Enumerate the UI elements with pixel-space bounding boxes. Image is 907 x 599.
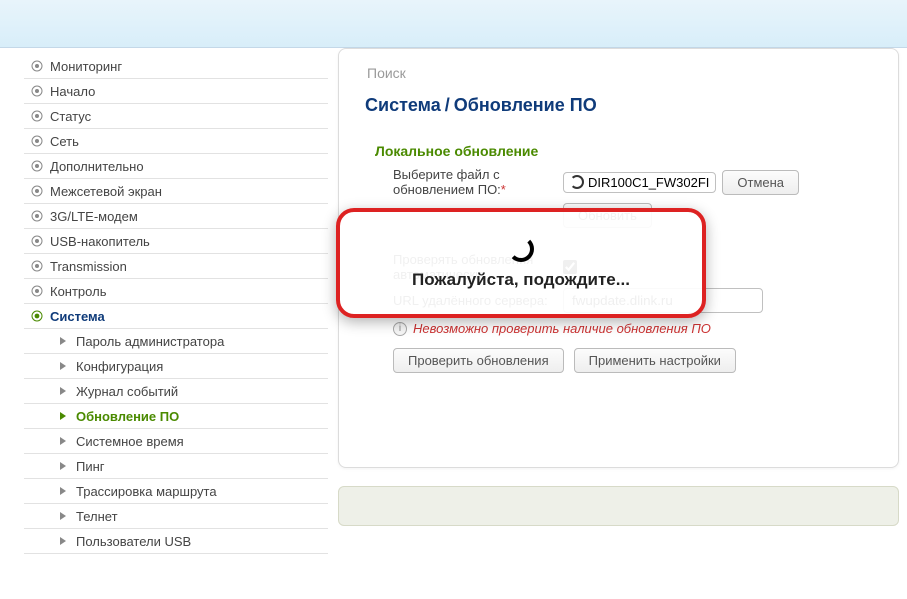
bullet-icon	[30, 209, 44, 223]
sidebar-item-label: 3G/LTE-модем	[50, 209, 138, 224]
file-picker[interactable]: DIR100C1_FW302FI	[563, 172, 716, 193]
sidebar-item-label: Дополнительно	[50, 159, 144, 174]
sidebar-item-label: Система	[50, 309, 105, 324]
loading-message: Пожалуйста, подождите...	[412, 270, 630, 290]
arrow-icon	[56, 484, 70, 498]
sidebar-item-label: Журнал событий	[76, 384, 178, 399]
arrow-icon	[56, 434, 70, 448]
file-label: Выберите файл с обновлением ПО:*	[393, 167, 563, 197]
file-name: DIR100C1_FW302FI	[588, 175, 709, 190]
arrow-icon	[56, 409, 70, 423]
check-updates-button[interactable]: Проверить обновления	[393, 348, 564, 373]
sidebar-item-firewall[interactable]: Межсетевой экран	[24, 179, 328, 204]
sidebar-item-transmission[interactable]: Transmission	[24, 254, 328, 279]
spinner-large-icon	[508, 236, 534, 262]
footer-band	[338, 486, 899, 526]
apply-settings-button[interactable]: Применить настройки	[574, 348, 736, 373]
bullet-icon	[30, 109, 44, 123]
sidebar-child-ping[interactable]: Пинг	[24, 454, 328, 479]
bullet-icon	[30, 59, 44, 73]
sidebar-item-label: Начало	[50, 84, 95, 99]
sidebar-item-label: USB-накопитель	[50, 234, 150, 249]
sidebar-item-system[interactable]: Система	[24, 304, 328, 329]
arrow-icon	[56, 459, 70, 473]
content: Поиск Система/Обновление ПО Локальное об…	[328, 48, 907, 599]
sidebar-child-firmware[interactable]: Обновление ПО	[24, 404, 328, 429]
sidebar-item-label: Контроль	[50, 284, 106, 299]
sidebar-child-log[interactable]: Журнал событий	[24, 379, 328, 404]
arrow-icon	[56, 384, 70, 398]
sidebar-item-label: Пользователи USB	[76, 534, 191, 549]
bullet-icon	[30, 284, 44, 298]
arrow-icon	[56, 534, 70, 548]
bullet-icon	[30, 184, 44, 198]
sidebar-item-label: Межсетевой экран	[50, 184, 162, 199]
sidebar-child-password[interactable]: Пароль администратора	[24, 329, 328, 354]
breadcrumb: Система/Обновление ПО	[365, 95, 872, 133]
arrow-icon	[56, 509, 70, 523]
sidebar-item-advanced[interactable]: Дополнительно	[24, 154, 328, 179]
sidebar-item-label: Пинг	[76, 459, 105, 474]
search-input[interactable]: Поиск	[365, 61, 872, 95]
loading-modal: Пожалуйста, подождите...	[336, 208, 706, 318]
breadcrumb-current: Обновление ПО	[454, 95, 597, 115]
sidebar-item-label: Трассировка маршрута	[76, 484, 217, 499]
sidebar-item-label: Телнет	[76, 509, 118, 524]
bullet-expanded-icon	[30, 309, 44, 323]
sidebar-item-label: Конфигурация	[76, 359, 163, 374]
info-icon: i	[393, 322, 407, 336]
sidebar-item-monitoring[interactable]: Мониторинг	[24, 54, 328, 79]
spinner-icon	[570, 175, 584, 189]
sidebar-item-label: Пароль администратора	[76, 334, 224, 349]
sidebar-item-control[interactable]: Контроль	[24, 279, 328, 304]
breadcrumb-root[interactable]: Система	[365, 95, 441, 115]
error-message: i Невозможно проверить наличие обновлени…	[393, 321, 872, 336]
sidebar-item-label: Статус	[50, 109, 91, 124]
bullet-icon	[30, 259, 44, 273]
sidebar-child-traceroute[interactable]: Трассировка маршрута	[24, 479, 328, 504]
arrow-icon	[56, 359, 70, 373]
bullet-icon	[30, 234, 44, 248]
sidebar-item-status[interactable]: Статус	[24, 104, 328, 129]
sidebar-child-time[interactable]: Системное время	[24, 429, 328, 454]
sidebar-item-label: Системное время	[76, 434, 184, 449]
sidebar-child-usb-users[interactable]: Пользователи USB	[24, 529, 328, 554]
arrow-icon	[56, 334, 70, 348]
sidebar-item-usb-storage[interactable]: USB-накопитель	[24, 229, 328, 254]
sidebar-item-label: Transmission	[50, 259, 127, 274]
bullet-icon	[30, 159, 44, 173]
sidebar-item-label: Мониторинг	[50, 59, 122, 74]
cancel-button[interactable]: Отмена	[722, 170, 799, 195]
sidebar-item-network[interactable]: Сеть	[24, 129, 328, 154]
sidebar-child-config[interactable]: Конфигурация	[24, 354, 328, 379]
section-local-title: Локальное обновление	[375, 143, 872, 159]
sidebar-item-label: Сеть	[50, 134, 79, 149]
sidebar-child-telnet[interactable]: Телнет	[24, 504, 328, 529]
bullet-icon	[30, 84, 44, 98]
top-bar	[0, 0, 907, 48]
bullet-icon	[30, 134, 44, 148]
sidebar-item-label: Обновление ПО	[76, 409, 179, 424]
sidebar: Мониторинг Начало Статус Сеть Дополнител…	[0, 48, 328, 599]
sidebar-item-modem[interactable]: 3G/LTE-модем	[24, 204, 328, 229]
sidebar-item-start[interactable]: Начало	[24, 79, 328, 104]
